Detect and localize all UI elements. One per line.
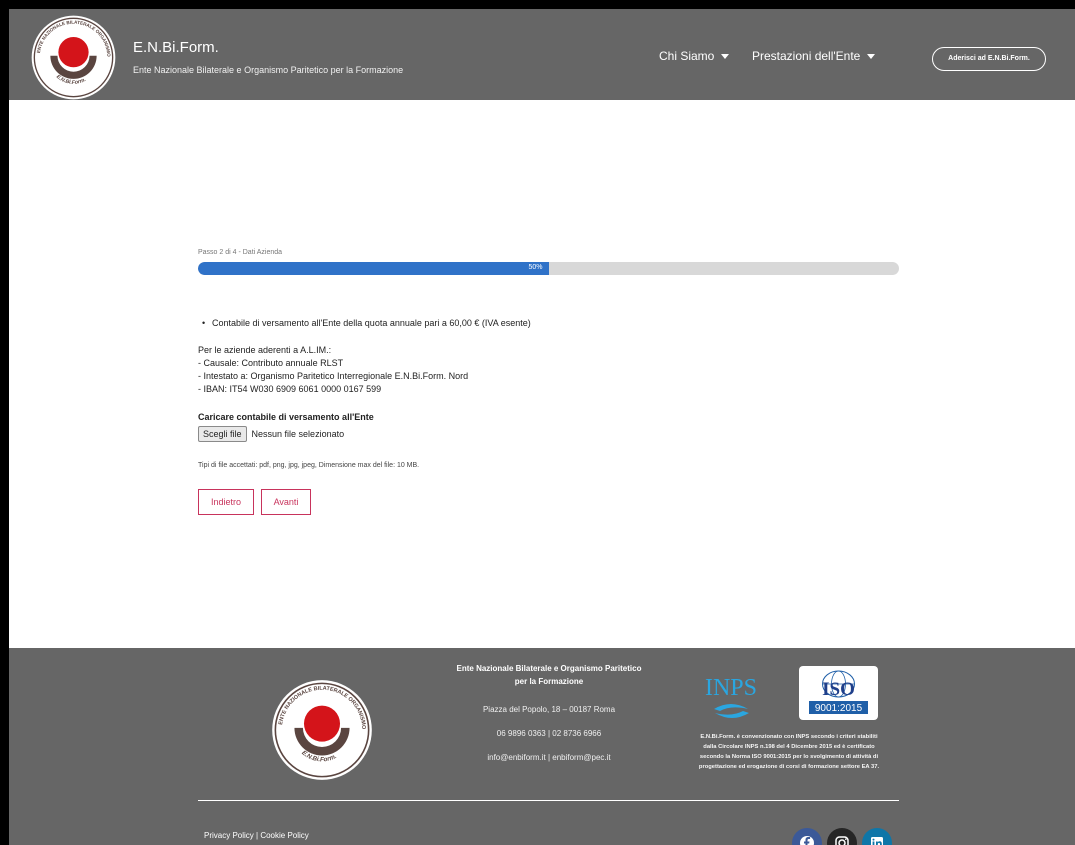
enbiform-logo-icon: ENTE NAZIONALE BILATERALE ORGANISMO PARI…	[27, 9, 116, 100]
facebook-link[interactable]	[792, 828, 822, 845]
facebook-icon	[800, 836, 814, 845]
requirement-bullet: Contabile di versamento all'Ente della q…	[202, 318, 531, 328]
join-button[interactable]: Aderisci ad E.N.Bi.Form.	[932, 47, 1046, 71]
footer-logo: ENTE NAZIONALE BILATERALE ORGANISMO PARI…	[267, 673, 375, 783]
choose-file-button[interactable]: Scegli file	[198, 426, 247, 442]
inps-logo: INPS	[704, 665, 759, 727]
chevron-down-icon	[867, 53, 876, 59]
back-button[interactable]: Indietro	[198, 489, 254, 515]
nav-chi-siamo[interactable]: Chi Siamo	[659, 49, 730, 63]
linkedin-link[interactable]	[862, 828, 892, 845]
footer-phones: 06 9896 0363 | 02 8736 6966	[496, 729, 602, 738]
instagram-link[interactable]	[827, 828, 857, 845]
progress-bar: 50%	[198, 262, 899, 275]
footer-title-line: per la Formazione	[514, 677, 584, 686]
site-logo[interactable]: ENTE NAZIONALE BILATERALE ORGANISMO PARI…	[27, 9, 118, 102]
site-footer: ENTE NAZIONALE BILATERALE ORGANISMO PARI…	[9, 648, 1075, 845]
step-label: Passo 2 di 4 - Dati Azienda	[198, 249, 283, 256]
file-input: Scegli file Nessun file selezionato	[198, 426, 344, 442]
footer-title: Ente Nazionale Bilaterale e Organismo Pa…	[429, 662, 669, 688]
chevron-down-icon	[721, 53, 730, 59]
footer-title-line: Ente Nazionale Bilaterale e Organismo Pa…	[456, 664, 642, 673]
payment-info-line: Per le aziende aderenti a A.L.IM.:	[198, 345, 332, 355]
certification-note-line: secondo la Norma ISO 9001:2015 per lo sv…	[699, 754, 879, 760]
linkedin-icon	[871, 837, 883, 845]
next-button[interactable]: Avanti	[261, 489, 311, 515]
nav-prestazioni[interactable]: Prestazioni dell'Ente	[752, 49, 876, 63]
svg-text:INPS: INPS	[705, 675, 757, 701]
certification-note-line: dalla Circolare INPS n.198 del 4 Dicembr…	[703, 744, 875, 750]
payment-info-line: - Intestato a: Organismo Paritetico Inte…	[198, 371, 469, 381]
page-frame: ENTE NAZIONALE BILATERALE ORGANISMO PARI…	[9, 9, 1075, 845]
brand-subtitle: Ente Nazionale Bilaterale e Organismo Pa…	[133, 65, 404, 75]
svg-text:ISO: ISO	[822, 679, 855, 700]
enbiform-logo-icon: ENTE NAZIONALE BILATERALE ORGANISMO PARI…	[267, 673, 372, 780]
inps-logo-icon: INPS	[705, 675, 757, 718]
file-hint: Tipi di file accettati: pdf, png, jpg, j…	[198, 462, 420, 469]
certification-note-line: progettazione ed erogazione di corsi di …	[698, 764, 880, 770]
footer-address: Piazza del Popolo, 18 – 00187 Roma	[482, 705, 616, 714]
privacy-cookie-links[interactable]: Privacy Policy | Cookie Policy	[204, 831, 309, 840]
instagram-icon	[835, 836, 849, 845]
progress-percent: 50%	[528, 264, 543, 271]
payment-info-line: - Causale: Contributo annuale RLST	[198, 358, 344, 368]
footer-divider	[198, 800, 899, 801]
site-header: ENTE NAZIONALE BILATERALE ORGANISMO PARI…	[9, 9, 1075, 100]
iso-logo-icon: ISO 9001:2015	[809, 670, 868, 714]
iso-logo: ISO 9001:2015	[799, 666, 878, 720]
certification-note: E.N.Bi.Form. è convenzionato con INPS se…	[669, 732, 909, 772]
svg-text:9001:2015: 9001:2015	[815, 703, 863, 714]
payment-info-line: - IBAN: IT54 W030 6909 6061 0000 0167 59…	[198, 384, 382, 394]
brand-title[interactable]: E.N.Bi.Form.	[133, 39, 219, 56]
file-status: Nessun file selezionato	[251, 429, 345, 439]
nav-chi-siamo-label: Chi Siamo	[659, 49, 715, 63]
certification-note-line: E.N.Bi.Form. è convenzionato con INPS se…	[700, 734, 878, 740]
progress-fill: 50%	[198, 262, 549, 275]
form-area: Passo 2 di 4 - Dati Azienda 50% Contabil…	[9, 100, 1075, 648]
nav-prestazioni-label: Prestazioni dell'Ente	[752, 49, 861, 63]
footer-emails[interactable]: info@enbiform.it | enbiform@pec.it	[429, 753, 669, 762]
upload-heading: Caricare contabile di versamento all'Ent…	[198, 412, 374, 422]
payment-info: Per le aziende aderenti a A.L.IM.: - Cau…	[198, 344, 468, 396]
